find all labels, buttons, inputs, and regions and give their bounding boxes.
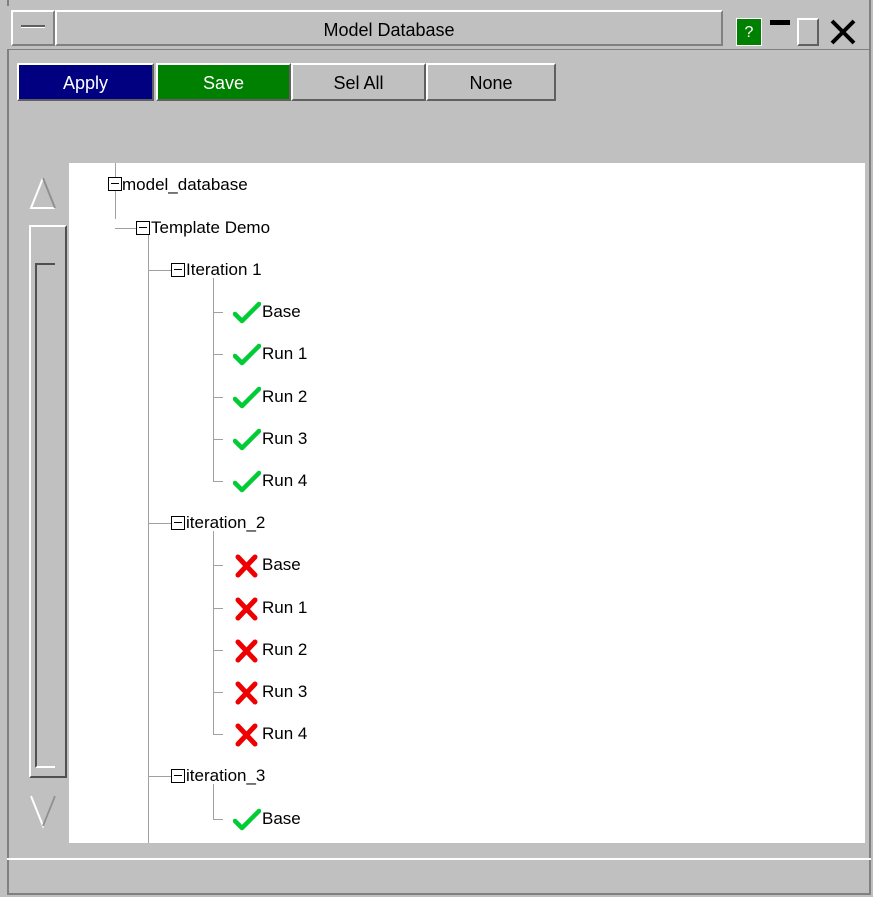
apply-button[interactable]: Apply [17,63,154,101]
tree-connector [115,163,116,177]
tree-connector [115,228,136,229]
tree-node-run[interactable]: Run 2 [262,382,307,412]
tree-node-run[interactable]: Run 3 [262,677,307,707]
tree-connector [213,734,223,736]
tree-connector [213,818,223,820]
collapse-toggle-icon[interactable] [171,769,185,784]
collapse-toggle-icon[interactable] [171,516,185,531]
tree-node-root[interactable]: model_database [122,170,248,200]
tree-node-template[interactable]: Template Demo [151,213,270,243]
save-button[interactable]: Save [156,63,291,101]
tree-connector [213,649,223,651]
tree-node-iteration[interactable]: Iteration 1 [186,255,262,285]
scroll-down-arrow-icon[interactable] [25,788,61,832]
tree-node-iteration[interactable]: iteration_2 [186,508,265,538]
close-icon [830,19,856,45]
tree-connector [148,776,171,778]
tree-connector [213,692,223,693]
select-all-button[interactable]: Sel All [291,63,426,101]
tree-connector [213,354,223,356]
tree-connector [148,270,171,271]
scrollbar-thumb[interactable] [29,225,67,778]
tree-node-run[interactable]: Base [262,297,301,327]
model-tree-panel[interactable]: model_database Template Demo Iteration 1… [69,163,865,843]
tree-node-run[interactable]: Run 4 [262,719,307,749]
tree-connector [213,607,223,609]
tree-connector [115,191,116,219]
collapse-toggle-icon[interactable] [171,263,185,277]
collapse-toggle-icon[interactable] [108,177,122,191]
check-icon [233,386,261,408]
menu-bar-icon [21,25,45,28]
tree-connector [148,235,149,843]
check-icon [233,301,261,324]
tree-node-run[interactable]: Base [262,804,301,834]
cross-icon [235,639,258,663]
scroll-up-arrow-icon[interactable] [25,172,61,216]
tree-connector [213,784,214,819]
tree-connector [213,438,223,440]
collapse-toggle-icon[interactable] [136,221,150,235]
tree-connector [213,312,223,314]
title-bar[interactable]: Model Database ? [7,6,869,50]
tree-connector [213,481,223,482]
check-icon [233,470,261,493]
minimize-icon [770,20,790,25]
close-button[interactable] [823,16,863,48]
help-button[interactable]: ? [736,18,762,46]
maximize-button[interactable] [797,18,819,46]
minimize-button[interactable] [768,18,792,46]
tree-node-run[interactable]: Run 4 [262,466,307,496]
check-icon [233,808,261,830]
tree-node-run[interactable]: Run 2 [262,635,307,665]
tree-connector [213,278,214,481]
tree-node-run[interactable]: Run 1 [262,339,307,369]
tree-node-run[interactable]: Base [262,550,301,580]
status-bar [7,858,871,890]
tree-node-run[interactable]: Run 3 [262,424,307,454]
tree-node-iteration[interactable]: iteration_3 [186,761,265,791]
window-menu-button[interactable] [11,10,55,46]
cross-icon [235,554,258,578]
window-title[interactable]: Model Database [55,10,723,46]
scrollbar-thumb-groove [35,263,55,768]
select-none-button[interactable]: None [426,63,556,101]
check-icon [233,344,261,366]
cross-icon [235,723,258,747]
cross-icon [235,681,258,705]
tree-connector [213,531,214,735]
tree-connector [213,565,223,567]
tree-connector [213,396,223,398]
tree-node-run[interactable]: Run 1 [262,593,307,623]
tree-connector [148,523,171,525]
check-icon [233,428,261,451]
cross-icon [235,597,258,621]
